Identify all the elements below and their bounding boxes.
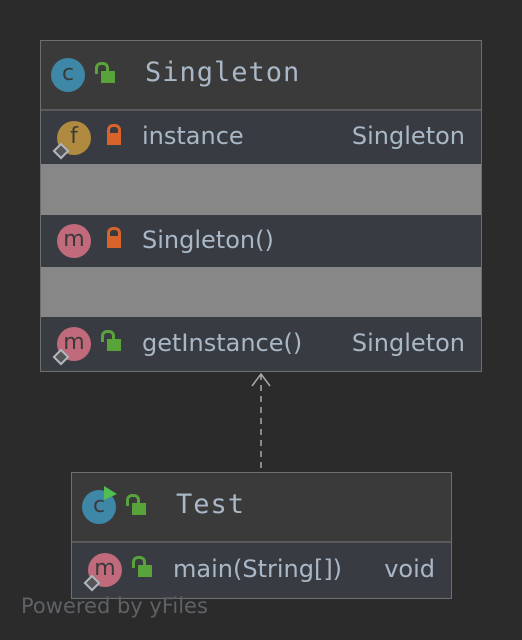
public-lock-icon [126, 494, 146, 515]
class-test[interactable]: c Test m main(String[]) void [71, 472, 452, 599]
public-lock-icon [132, 556, 152, 577]
method-name: main(String[]) [173, 555, 343, 583]
class-header: c Test [72, 473, 451, 543]
runnable-class-icon: c [82, 486, 117, 524]
method-row[interactable]: m main(String[]) void [72, 543, 451, 597]
method-icon: m [83, 553, 122, 592]
class-name: Test [176, 489, 246, 520]
method-type: void [384, 555, 435, 583]
footer-watermark: Powered by yFiles [21, 594, 208, 618]
